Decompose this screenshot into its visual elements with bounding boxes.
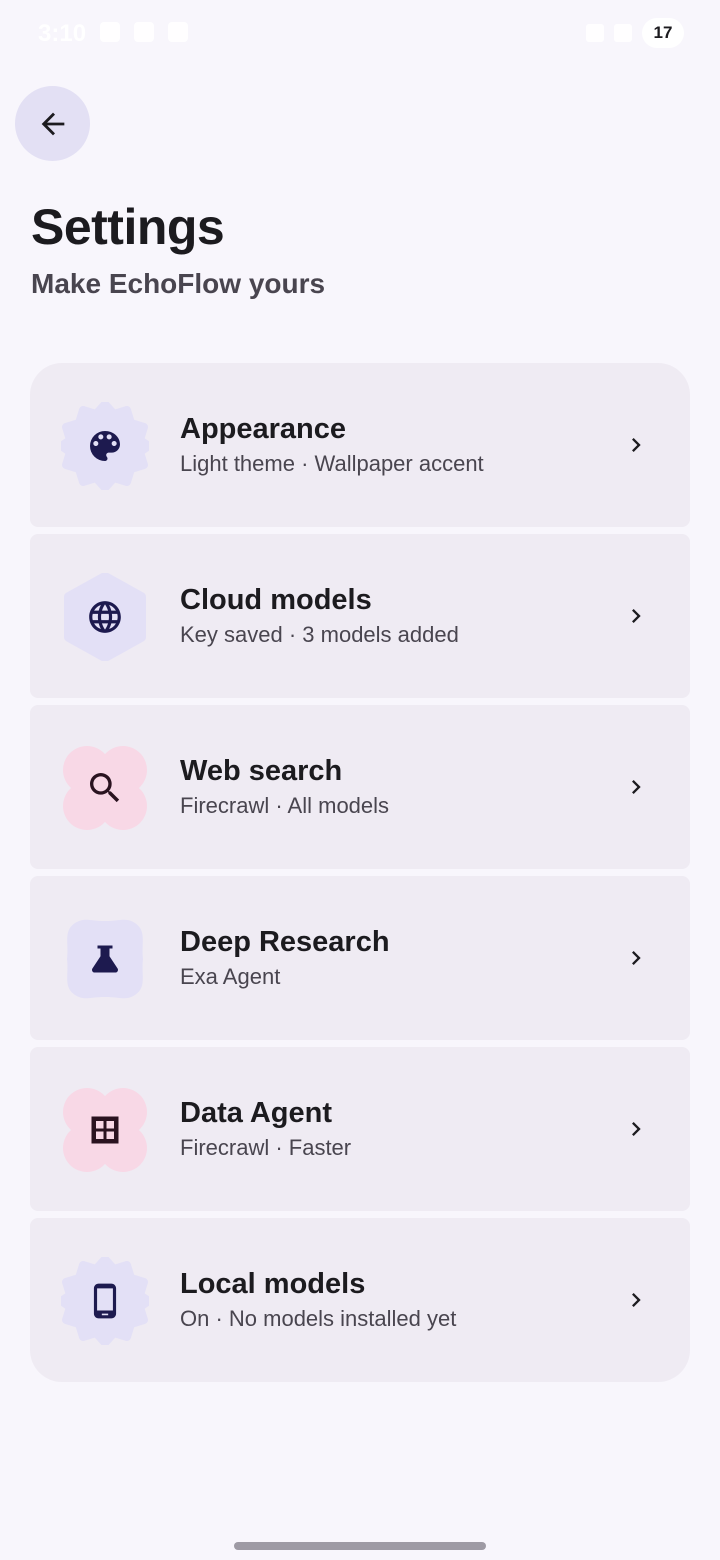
- status-time: 3:10: [38, 20, 87, 47]
- grid-icon: [91, 1116, 119, 1144]
- notification-icon: [168, 22, 188, 42]
- settings-item-title: Deep Research: [180, 926, 390, 958]
- status-bar: 3:10 17: [0, 0, 720, 66]
- settings-item-subtitle: Firecrawl · Faster: [180, 1135, 352, 1160]
- phone-icon: [93, 1283, 117, 1319]
- flask-icon: [92, 945, 118, 973]
- signal-icon: [614, 24, 632, 42]
- deep-research-icon-container: [61, 915, 149, 1003]
- web-search-icon-container: [61, 744, 149, 832]
- notification-icon: [100, 22, 120, 42]
- local-models-icon-container: [61, 1257, 149, 1345]
- settings-list: Appearance Light theme · Wallpaper accen…: [30, 363, 690, 1382]
- settings-item-title: Data Agent: [180, 1097, 332, 1129]
- settings-item-subtitle: Light theme · Wallpaper accent: [180, 451, 484, 476]
- settings-item-subtitle: Firecrawl · All models: [180, 793, 390, 818]
- chevron-right-icon: [632, 780, 641, 794]
- cloud-models-icon-container: [61, 573, 149, 661]
- notification-icons: [100, 22, 188, 42]
- settings-item-title: Appearance: [180, 413, 347, 445]
- settings-item-subtitle: On · No models installed yet: [180, 1306, 457, 1331]
- page-subtitle: Make EchoFlow yours: [31, 268, 326, 299]
- chevron-right-icon: [632, 1293, 641, 1307]
- notification-icon: [134, 22, 154, 42]
- settings-item-data-agent[interactable]: Data Agent Firecrawl · Faster: [30, 1047, 690, 1211]
- arrow-back-icon: [41, 112, 64, 135]
- chevron-right-icon: [632, 609, 641, 623]
- settings-item-title: Local models: [180, 1268, 366, 1300]
- chevron-right-icon: [632, 951, 641, 965]
- chevron-right-icon: [632, 438, 641, 452]
- search-icon: [90, 773, 120, 803]
- settings-item-local-models[interactable]: Local models On · No models installed ye…: [30, 1218, 690, 1382]
- settings-item-deep-research[interactable]: Deep Research Exa Agent: [30, 876, 690, 1040]
- settings-item-web-search[interactable]: Web search Firecrawl · All models: [30, 705, 690, 869]
- back-button[interactable]: [15, 86, 90, 161]
- settings-item-title: Cloud models: [180, 584, 372, 616]
- globe-icon: [89, 601, 121, 633]
- settings-item-subtitle: Key saved · 3 models added: [180, 622, 459, 647]
- appearance-icon-container: [61, 402, 149, 490]
- palette-icon: [90, 431, 120, 461]
- settings-item-subtitle: Exa Agent: [180, 964, 281, 989]
- chevron-right-icon: [632, 1122, 641, 1136]
- wifi-icon: [586, 24, 604, 42]
- data-agent-icon-container: [61, 1086, 149, 1174]
- page-title: Settings: [31, 199, 225, 255]
- home-indicator[interactable]: [234, 1542, 486, 1550]
- settings-item-title: Web search: [180, 755, 343, 787]
- battery-indicator: 17: [642, 18, 684, 48]
- settings-item-appearance[interactable]: Appearance Light theme · Wallpaper accen…: [30, 363, 690, 527]
- settings-item-cloud-models[interactable]: Cloud models Key saved · 3 models added: [30, 534, 690, 698]
- system-indicators: 17: [586, 18, 684, 48]
